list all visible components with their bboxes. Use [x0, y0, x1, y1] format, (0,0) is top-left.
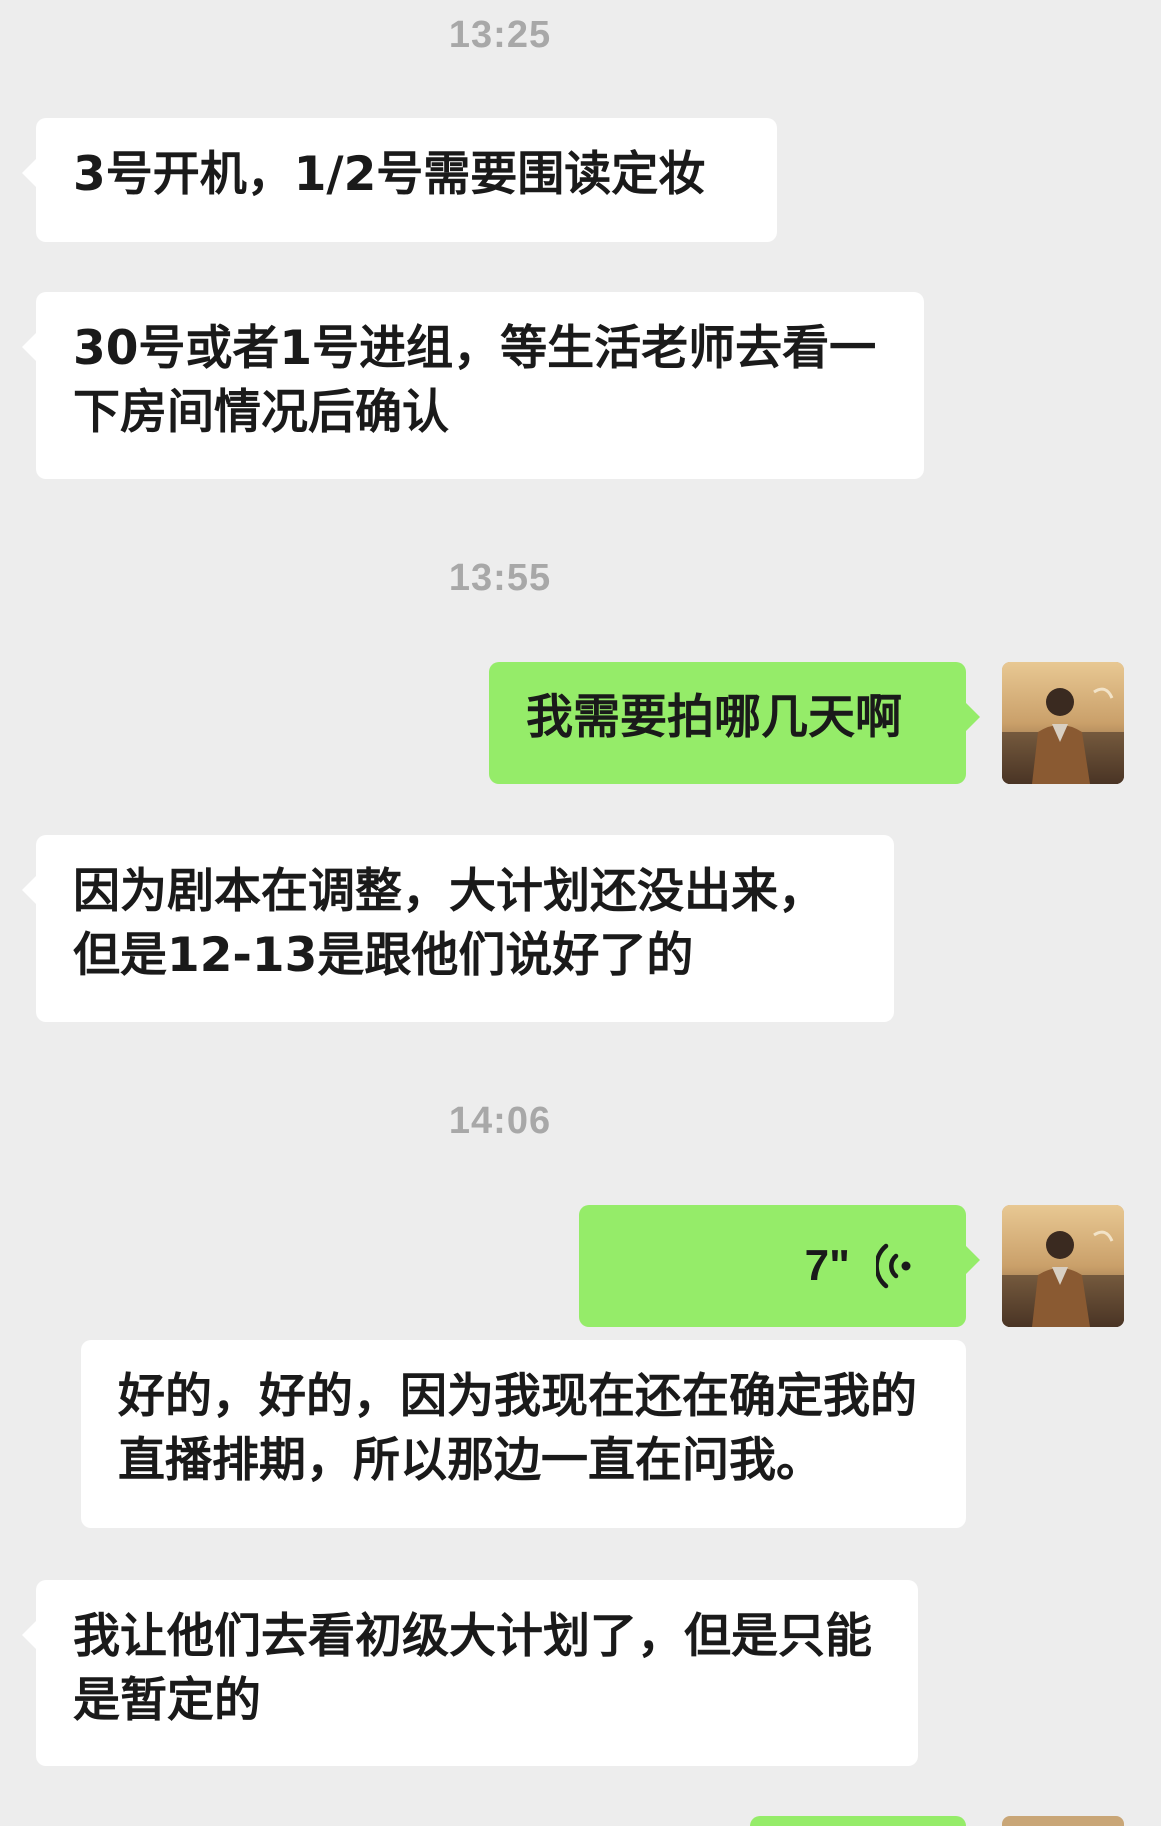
message-bubble-incoming[interactable]: 3号开机，1/2号需要围读定妆	[22, 118, 777, 242]
message-text: 30号或者1号进组，等生活老师去看一下房间情况后确认	[73, 321, 877, 440]
timestamp: 14:06	[448, 1100, 552, 1142]
avatar-photo-icon	[1002, 662, 1124, 784]
voice-wave-icon	[876, 1243, 911, 1289]
user-avatar-partial[interactable]	[1002, 1816, 1124, 1826]
user-avatar[interactable]	[1002, 662, 1124, 784]
message-bubble-incoming[interactable]: 30号或者1号进组，等生活老师去看一下房间情况后确认	[22, 292, 924, 479]
message-bubble-quoted[interactable]: 好的，好的，因为我现在还在确定我的直播排期，所以那边一直在问我。	[81, 1340, 966, 1528]
chat-container: 13:25 3号开机，1/2号需要围读定妆 30号或者1号进组，等生活老师去看一…	[0, 0, 1161, 1826]
voice-message-bubble[interactable]: 7"	[579, 1205, 980, 1327]
message-text: 我需要拍哪几天啊	[526, 690, 902, 745]
message-text: 好的，好的，因为我现在还在确定我的直播排期，所以那边一直在问我。	[118, 1369, 917, 1488]
avatar-photo-icon	[1002, 1205, 1124, 1327]
message-bubble-outgoing[interactable]: 我需要拍哪几天啊	[489, 662, 980, 784]
user-avatar[interactable]	[1002, 1205, 1124, 1327]
message-text: 3号开机，1/2号需要围读定妆	[73, 147, 706, 202]
message-bubble-incoming[interactable]: 因为剧本在调整，大计划还没出来，但是12-13是跟他们说好了的	[22, 835, 894, 1022]
message-text: 我让他们去看初级大计划了，但是只能是暂定的	[73, 1609, 872, 1728]
voice-message-content: 7"	[609, 1205, 912, 1327]
message-text: 因为剧本在调整，大计划还没出来，但是12-13是跟他们说好了的	[73, 864, 825, 983]
voice-duration: 7"	[804, 1241, 850, 1290]
message-bubble-incoming[interactable]: 我让他们去看初级大计划了，但是只能是暂定的	[22, 1580, 918, 1766]
timestamp: 13:25	[448, 14, 552, 56]
message-bubble-outgoing-partial[interactable]	[750, 1816, 966, 1826]
timestamp: 13:55	[448, 557, 552, 599]
